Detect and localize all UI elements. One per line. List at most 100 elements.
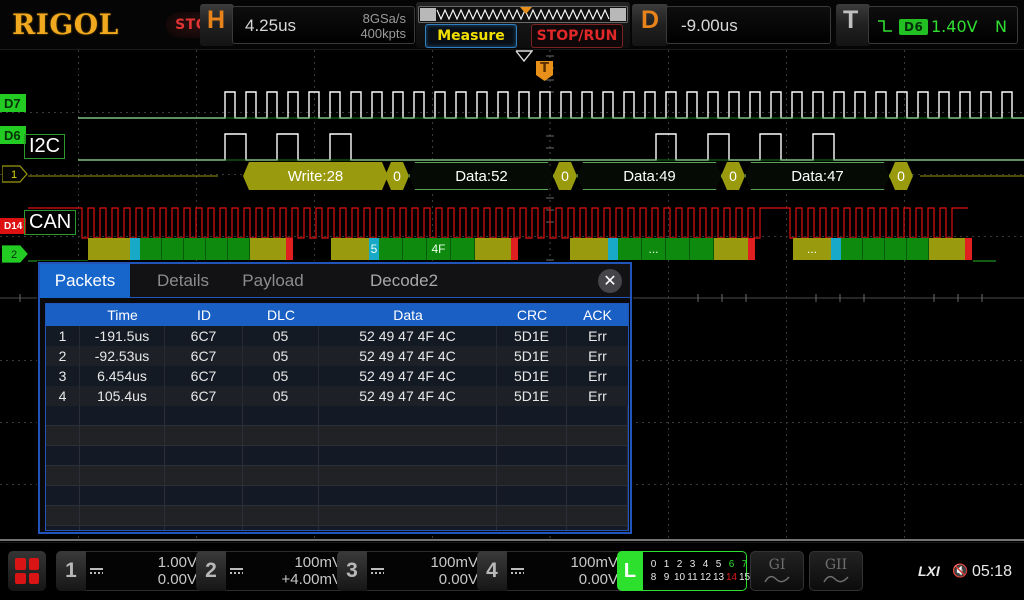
can-seg-data-1b[interactable] [162, 238, 184, 260]
logic-analyzer-button[interactable]: L 0 1 2 3 4 5 6 7 8 9 10 11 12 [617, 551, 747, 591]
la-ch-0[interactable]: 0 [648, 559, 659, 570]
table-empty-row[interactable] [46, 466, 628, 486]
can-seg-ctrl-2[interactable]: 5 [369, 238, 379, 260]
la-ch-2[interactable]: 2 [674, 559, 685, 570]
delay-value-box[interactable]: -9.00us [666, 6, 831, 44]
can-seg-crc-2[interactable] [475, 238, 511, 260]
table-empty-row[interactable] [46, 406, 628, 426]
can-seg-crc-3[interactable] [714, 238, 748, 260]
can-seg-ctrl-1[interactable] [130, 238, 140, 260]
memory-position-marker[interactable] [520, 7, 532, 14]
channel-button-2[interactable]: 2 100mV +4.00mV [196, 551, 351, 591]
channel-button-4[interactable]: 4 100mV 0.00V [477, 551, 627, 591]
la-ch-15[interactable]: 15 [739, 572, 750, 583]
measure-button[interactable]: Measure [425, 24, 517, 48]
horizontal-scale-box[interactable]: 4.25us 8GSa/s 400kpts [232, 6, 415, 44]
can-seg-data-2a[interactable] [379, 238, 403, 260]
channel-button-1[interactable]: 1 1.00V 0.00V [56, 551, 206, 591]
la-ch-3[interactable]: 3 [687, 559, 698, 570]
la-ch-8[interactable]: 8 [648, 572, 659, 583]
la-ch-11[interactable]: 11 [687, 572, 698, 583]
packet-table[interactable]: Time ID DLC Data CRC ACK 1 -191.5us 6C7 … [45, 303, 629, 531]
table-empty-row[interactable] [46, 486, 628, 506]
channel-button-3[interactable]: 3 100mV 0.00V [337, 551, 487, 591]
bus-label-i2c[interactable]: I2C [24, 134, 65, 159]
can-seg-error-1[interactable] [286, 238, 293, 260]
i2c-seg-data-52[interactable]: Data:52 [409, 162, 554, 190]
tab-payload[interactable]: Payload [228, 264, 318, 298]
can-seg-crc-4[interactable] [929, 238, 965, 260]
can-seg-data-1e[interactable] [228, 238, 250, 260]
i2c-seg-ack-1[interactable]: 0 [385, 162, 409, 190]
can-seg-crc-1[interactable] [250, 238, 286, 260]
lxi-indicator: LXI [918, 563, 940, 579]
i2c-seg-write[interactable]: Write:28 [243, 162, 388, 190]
decode-packet-dialog[interactable]: Packets Details Payload Decode2 ✕ Time I… [38, 262, 632, 534]
can-seg-ctrl-3[interactable] [608, 238, 618, 260]
table-row[interactable]: 1 -191.5us 6C7 05 52 49 47 4F 4C 5D1E Er… [46, 326, 628, 346]
can-seg-data-2c[interactable]: 4F [427, 238, 451, 260]
la-ch-6[interactable]: 6 [726, 559, 737, 570]
close-icon[interactable]: ✕ [598, 269, 622, 293]
can-seg-data-4d[interactable] [907, 238, 929, 260]
tab-details[interactable]: Details [138, 264, 228, 298]
can-seg-data-4b[interactable] [863, 238, 885, 260]
channel-tag-d6[interactable]: D6 [0, 126, 26, 144]
can-seg-data-1c[interactable] [184, 238, 206, 260]
la-ch-5[interactable]: 5 [713, 559, 724, 570]
can-seg-id-2[interactable] [331, 238, 369, 260]
mute-icon[interactable]: 🔇 [952, 564, 968, 579]
dc-coupling-icon [371, 568, 384, 574]
table-empty-row[interactable] [46, 526, 628, 531]
can-seg-id-3[interactable] [570, 238, 608, 260]
can-seg-data-4c[interactable] [885, 238, 907, 260]
la-ch-12[interactable]: 12 [700, 572, 711, 583]
can-seg-id-1[interactable] [88, 238, 130, 260]
table-row[interactable]: 3 6.454us 6C7 05 52 49 47 4F 4C 5D1E Err [46, 366, 628, 386]
la-ch-10[interactable]: 10 [674, 572, 685, 583]
can-seg-data-4a[interactable] [841, 238, 863, 260]
can-seg-error-4[interactable] [965, 238, 972, 260]
table-empty-row[interactable] [46, 446, 628, 466]
can-decode-row[interactable]: 5 4F ... ... [0, 238, 1024, 260]
waveform-display[interactable]: T D7 D6 I2C 1 D14 CAN [0, 50, 1024, 542]
la-ch-7[interactable]: 7 [739, 559, 750, 570]
can-seg-ctrl-4[interactable] [831, 238, 841, 260]
cell-data: 52 49 47 4F 4C [319, 346, 497, 366]
generator-1-button[interactable]: GI [750, 551, 804, 591]
i2c-decode-row[interactable]: Write:28 0 Data:52 0 Data:49 0 Data:47 0 [0, 162, 1024, 190]
generator-2-button[interactable]: GII [809, 551, 863, 591]
i2c-seg-data-47[interactable]: Data:47 [745, 162, 890, 190]
can-seg-data-2b[interactable] [403, 238, 427, 260]
grid-icon[interactable] [8, 551, 46, 591]
channel-tag-d7[interactable]: D7 [0, 94, 26, 112]
i2c-seg-ack-3[interactable]: 0 [721, 162, 745, 190]
la-ch-14[interactable]: 14 [726, 572, 737, 583]
can-seg-data-1a[interactable] [140, 238, 162, 260]
la-ch-13[interactable]: 13 [713, 572, 724, 583]
can-seg-data-3c[interactable] [666, 238, 690, 260]
la-ch-4[interactable]: 4 [700, 559, 711, 570]
table-row[interactable]: 4 105.4us 6C7 05 52 49 47 4F 4C 5D1E Err [46, 386, 628, 406]
can-seg-error-2[interactable] [511, 238, 518, 260]
can-seg-error-3[interactable] [748, 238, 755, 260]
can-seg-data-2d[interactable] [451, 238, 475, 260]
stop-run-button[interactable]: STOP/RUN [531, 24, 623, 48]
i2c-seg-ack-2[interactable]: 0 [553, 162, 577, 190]
i2c-seg-ack-4[interactable]: 0 [889, 162, 913, 190]
can-seg-data-3a[interactable] [618, 238, 642, 260]
la-ch-1[interactable]: 1 [661, 559, 672, 570]
can-seg-data-3d[interactable] [690, 238, 714, 260]
table-empty-row[interactable] [46, 426, 628, 446]
la-ch-9[interactable]: 9 [661, 572, 672, 583]
can-seg-id-4[interactable]: ... [793, 238, 831, 260]
i2c-seg-data-49[interactable]: Data:49 [577, 162, 722, 190]
table-empty-row[interactable] [46, 506, 628, 526]
tab-packets[interactable]: Packets [40, 264, 130, 298]
can-seg-data-1d[interactable] [206, 238, 228, 260]
table-row[interactable]: 2 -92.53us 6C7 05 52 49 47 4F 4C 5D1E Er… [46, 346, 628, 366]
trigger-position-marker[interactable] [515, 50, 533, 62]
memory-overview-bar[interactable] [418, 6, 628, 23]
trigger-settings-box[interactable]: D6 1.40V N [868, 6, 1018, 44]
can-seg-data-3b[interactable]: ... [642, 238, 666, 260]
